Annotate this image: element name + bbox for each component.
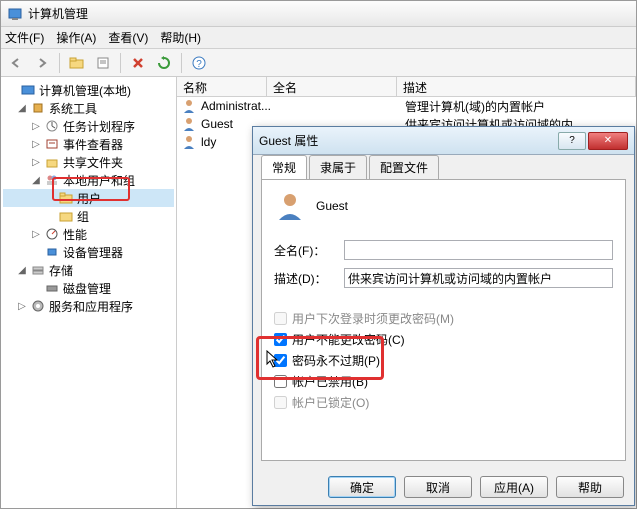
fullname-label: 全名(F)： [274,242,344,259]
tree-groups[interactable]: 组 [3,207,174,225]
tree-perf[interactable]: ▷性能 [3,225,174,243]
new-folder-icon[interactable] [66,52,88,74]
menubar: 文件(F) 操作(A) 查看(V) 帮助(H) [1,27,636,49]
dialog-buttons: 确定 取消 应用(A) 帮助 [253,469,634,505]
chk-disabled[interactable] [274,375,287,388]
col-desc[interactable]: 描述 [397,77,636,96]
list-row[interactable]: Administrat... 管理计算机(域)的内置帐户 [177,97,636,115]
chk-cannotchange-row: 用户不能更改密码(C) [274,331,613,348]
tree-localusers[interactable]: ◢本地用户和组 [3,171,174,189]
tree-eventviewer[interactable]: ▷事件查看器 [3,135,174,153]
toolbar-sep [181,53,182,73]
tab-general[interactable]: 常规 [261,155,307,179]
help-button[interactable]: ? [558,132,586,150]
desc-field[interactable] [344,268,613,288]
tree-root[interactable]: 计算机管理(本地) [3,81,174,99]
tree-diskmgmt[interactable]: 磁盘管理 [3,279,174,297]
chk-mustchange-row: 用户下次登录时须更改密码(M) [274,310,613,327]
menu-file[interactable]: 文件(F) [5,29,44,46]
tab-panel: Guest 全名(F)： 描述(D)： 用户下次登录时须更改密码(M) 用户不能… [261,179,626,461]
nav-fwd-button[interactable] [31,52,53,74]
titlebar: 计算机管理 [1,1,636,27]
chk-neverexpire[interactable] [274,354,287,367]
tree-shared[interactable]: ▷共享文件夹 [3,153,174,171]
ok-button[interactable]: 确定 [328,476,396,498]
tree-storage[interactable]: ◢存储 [3,261,174,279]
properties-dialog: Guest 属性 ? ✕ 常规 隶属于 配置文件 Guest 全名(F)： 描述… [252,126,635,506]
properties-icon[interactable] [92,52,114,74]
tree-scheduler[interactable]: ▷任务计划程序 [3,117,174,135]
dialog-titlebar: Guest 属性 ? ✕ [253,127,634,155]
col-name[interactable]: 名称 [177,77,267,96]
svg-text:?: ? [196,59,202,70]
chk-mustchange [274,312,287,325]
tree-users[interactable]: 用户 [3,189,174,207]
list-header: 名称 全名 描述 [177,77,636,97]
toolbar-sep [120,53,121,73]
tree-services[interactable]: ▷服务和应用程序 [3,297,174,315]
toolbar: ? [1,49,636,77]
tree-panel: 计算机管理(本地) ◢系统工具 ▷任务计划程序 ▷事件查看器 ▷共享文件夹 ◢本… [1,77,177,508]
close-button[interactable]: ✕ [588,132,628,150]
menu-action[interactable]: 操作(A) [56,29,96,46]
window-title: 计算机管理 [28,5,88,22]
col-fullname[interactable]: 全名 [267,77,397,96]
help-icon[interactable]: ? [188,52,210,74]
app-icon [7,6,23,22]
tree-systools[interactable]: ◢系统工具 [3,99,174,117]
tabstrip: 常规 隶属于 配置文件 [253,155,634,179]
dlg-help-button[interactable]: 帮助 [556,476,624,498]
apply-button[interactable]: 应用(A) [480,476,548,498]
fullname-field[interactable] [344,240,613,260]
chk-neverexpire-row: 密码永不过期(P) [274,352,613,369]
chk-disabled-row: 帐户已禁用(B) [274,373,613,390]
chk-cannotchange[interactable] [274,333,287,346]
user-icon [181,116,197,132]
tab-memberof[interactable]: 隶属于 [309,155,367,179]
chk-locked [274,396,287,409]
user-icon [181,134,197,150]
delete-icon[interactable] [127,52,149,74]
username-label: Guest [316,199,348,213]
dialog-title: Guest 属性 [259,132,558,149]
tab-profile[interactable]: 配置文件 [369,155,439,179]
nav-back-button[interactable] [5,52,27,74]
menu-help[interactable]: 帮助(H) [160,29,201,46]
chk-locked-row: 帐户已锁定(O) [274,394,613,411]
toolbar-sep [59,53,60,73]
menu-view[interactable]: 查看(V) [108,29,148,46]
user-icon [181,98,197,114]
cancel-button[interactable]: 取消 [404,476,472,498]
refresh-icon[interactable] [153,52,175,74]
tree-devmgr[interactable]: 设备管理器 [3,243,174,261]
user-large-icon [274,190,306,222]
desc-label: 描述(D)： [274,270,344,287]
